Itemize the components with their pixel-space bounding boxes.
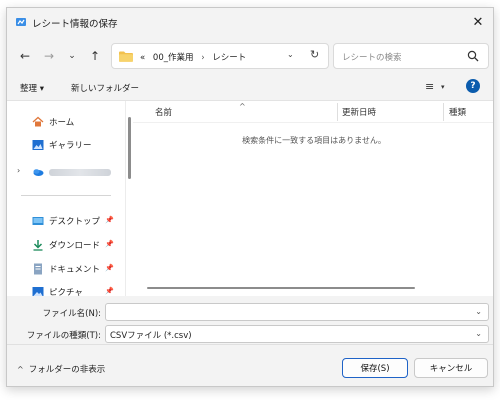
save-button[interactable]: 保存(S) [342, 358, 408, 378]
back-button[interactable]: ← [17, 48, 33, 64]
chevron-right-icon[interactable]: › [17, 166, 20, 175]
address-bar[interactable]: « 00_作業用 › レシート ⌄ ↻ [111, 43, 329, 69]
column-header-type[interactable]: 種類 [449, 106, 466, 118]
download-icon [33, 240, 43, 251]
search-box[interactable]: レシートの検索 [333, 43, 489, 69]
sidebar-item-label: デスクトップ [49, 217, 101, 227]
navigation-bar: ← → ⌄ ↑ « 00_作業用 › レシート ⌄ ↻ レシートの検索 [7, 36, 493, 76]
desktop-icon [32, 217, 44, 225]
blurred-account-name [49, 169, 111, 176]
hide-folders-label: フォルダーの非表示 [28, 365, 106, 375]
browser-pane: ホーム ギャラリー › デスクトップ 📌 ダウンロード 📌 ドキュメント 📌 ピ… [7, 100, 493, 298]
search-icon[interactable] [467, 50, 479, 62]
scrollbar-thumb[interactable] [147, 287, 415, 289]
onedrive-icon [33, 169, 44, 176]
sidebar-item-label: ホーム [49, 118, 75, 128]
sidebar-item-label: ダウンロード [49, 241, 101, 251]
footer-divider [7, 344, 493, 345]
sidebar-divider [21, 195, 111, 196]
column-divider[interactable] [337, 103, 338, 121]
sidebar-item-onedrive[interactable]: › [7, 161, 125, 183]
sidebar-item-home[interactable]: ホーム [7, 111, 125, 133]
chevron-down-icon[interactable]: ⌄ [475, 307, 482, 316]
empty-results-message: 検索条件に一致する項目はありません。 [242, 136, 386, 145]
pin-icon[interactable]: 📌 [105, 264, 114, 272]
gallery-icon [32, 140, 44, 150]
help-icon[interactable]: ? [466, 79, 480, 93]
view-options-icon[interactable]: ≡ [425, 80, 434, 93]
filetype-label: ファイルの種類(T): [26, 331, 101, 341]
close-icon: ✕ [472, 14, 484, 30]
forward-arrow-icon: → [43, 49, 55, 63]
chevron-up-icon: ^ [17, 365, 24, 374]
breadcrumb-separator-icon: › [201, 53, 205, 63]
filename-field[interactable]: ⌄ [105, 303, 489, 321]
sidebar-item-desktop[interactable]: デスクトップ 📌 [7, 210, 125, 232]
address-dropdown-icon[interactable]: ⌄ [287, 50, 294, 59]
sidebar-item-label: ギャラリー [49, 141, 92, 151]
sidebar-item-gallery[interactable]: ギャラリー [7, 134, 125, 156]
filetype-row: ファイルの種類(T): CSVファイル (*.csv) ⌄ [7, 325, 493, 343]
navigation-pane: ホーム ギャラリー › デスクトップ 📌 ダウンロード 📌 ドキュメント 📌 ピ… [7, 101, 125, 298]
column-divider[interactable] [443, 103, 444, 121]
refresh-icon[interactable]: ↻ [310, 48, 319, 61]
column-header-name[interactable]: 名前 [155, 106, 172, 118]
filename-row: ファイル名(N): ⌄ [7, 303, 493, 321]
cancel-button[interactable]: キャンセル [414, 358, 488, 378]
window-title: レシート情報の保存 [32, 19, 118, 30]
sidebar-scrollbar[interactable] [125, 101, 133, 297]
search-input[interactable]: レシートの検索 [342, 51, 402, 63]
document-icon [34, 263, 42, 275]
filetype-value: CSVファイル (*.csv) [110, 331, 192, 341]
command-bar: 整理 ▾ 新しいフォルダー ≡ ▾ ? [7, 76, 493, 100]
pin-icon[interactable]: 📌 [105, 216, 114, 224]
save-options: ファイル名(N): ⌄ ファイルの種類(T): CSVファイル (*.csv) … [7, 296, 493, 386]
hide-folders-button[interactable]: ^ フォルダーの非表示 [17, 363, 105, 375]
new-folder-button[interactable]: 新しいフォルダー [71, 82, 139, 94]
chevron-down-icon[interactable]: ⌄ [475, 329, 482, 338]
view-dropdown-icon[interactable]: ▾ [441, 83, 445, 91]
recent-locations-button[interactable]: ⌄ [64, 48, 80, 64]
scrollbar-thumb[interactable] [128, 117, 131, 179]
breadcrumb-item-work[interactable]: 00_作業用 [153, 53, 194, 63]
column-header-modified[interactable]: 更新日時 [342, 106, 376, 118]
sidebar-item-documents[interactable]: ドキュメント 📌 [7, 258, 125, 280]
close-button[interactable]: ✕ [463, 8, 493, 36]
save-dialog: レシート情報の保存 ✕ ← → ⌄ ↑ « 00_作業用 › レシート ⌄ ↻ … [6, 7, 494, 387]
sidebar-item-label: ドキュメント [49, 265, 101, 275]
breadcrumb-item-receipt[interactable]: レシート [212, 53, 246, 63]
pin-icon[interactable]: 📌 [105, 287, 114, 295]
folder-icon [119, 51, 133, 62]
home-icon [32, 116, 44, 127]
forward-button[interactable]: → [41, 48, 57, 64]
column-header-row: 名前 ^ 更新日時 種類 [133, 101, 493, 123]
title-bar: レシート情報の保存 ✕ [7, 8, 493, 36]
pin-icon[interactable]: 📌 [105, 240, 114, 248]
breadcrumb: « 00_作業用 › レシート [140, 51, 246, 63]
up-arrow-icon: ↑ [89, 49, 101, 63]
chevron-down-icon: ⌄ [68, 51, 76, 61]
app-icon [16, 18, 26, 26]
organize-button[interactable]: 整理 ▾ [20, 82, 44, 94]
sort-ascending-icon: ^ [239, 102, 246, 111]
file-list: 名前 ^ 更新日時 種類 検索条件に一致する項目はありません。 [133, 101, 493, 297]
back-arrow-icon: ← [19, 49, 31, 63]
filename-label: ファイル名(N): [42, 309, 101, 319]
up-button[interactable]: ↑ [87, 48, 103, 64]
breadcrumb-overflow[interactable]: « [140, 53, 145, 63]
sidebar-item-downloads[interactable]: ダウンロード 📌 [7, 234, 125, 256]
horizontal-scrollbar[interactable] [133, 283, 493, 293]
filetype-select[interactable]: CSVファイル (*.csv) ⌄ [105, 325, 489, 343]
